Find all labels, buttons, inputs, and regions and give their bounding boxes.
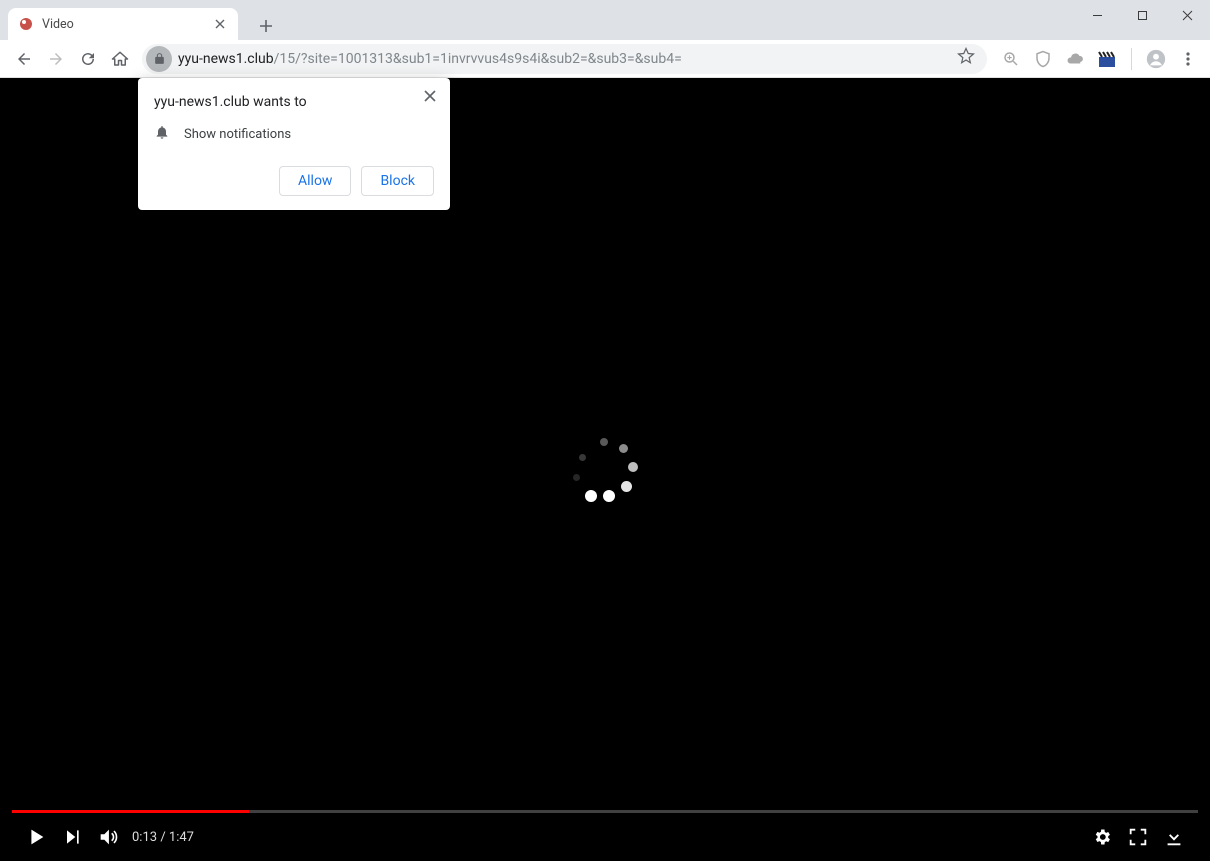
download-button[interactable] bbox=[1156, 819, 1192, 855]
new-tab-button[interactable] bbox=[252, 12, 280, 40]
theater-mode-button[interactable] bbox=[1120, 819, 1156, 855]
tab-title: Video bbox=[42, 17, 212, 32]
next-button[interactable] bbox=[54, 819, 90, 855]
url-host: yyu-news1.club bbox=[178, 51, 274, 67]
play-button[interactable] bbox=[18, 819, 54, 855]
notification-permission-dialog: yyu-news1.club wants to Show notificatio… bbox=[138, 78, 450, 210]
extension-clapper-icon[interactable] bbox=[1093, 45, 1121, 73]
profile-avatar-icon[interactable] bbox=[1142, 45, 1170, 73]
site-info-button[interactable] bbox=[146, 46, 172, 72]
volume-button[interactable] bbox=[90, 819, 126, 855]
browser-toolbar: yyu-news1.club /15/?site=1001313&sub1=1i… bbox=[0, 40, 1210, 78]
window-controls bbox=[1075, 0, 1210, 30]
loading-spinner-icon bbox=[573, 438, 637, 502]
forward-button[interactable] bbox=[40, 43, 72, 75]
dialog-title: yyu-news1.club wants to bbox=[154, 94, 434, 110]
url-path: /15/?site=1001313&sub1=1invrvvus4s9s4i&s… bbox=[274, 51, 682, 67]
reload-button[interactable] bbox=[72, 43, 104, 75]
back-button[interactable] bbox=[8, 43, 40, 75]
tab-close-icon[interactable] bbox=[212, 16, 228, 32]
dialog-close-icon[interactable] bbox=[418, 84, 442, 108]
home-button[interactable] bbox=[104, 43, 136, 75]
extension-shield-icon[interactable] bbox=[1029, 45, 1057, 73]
bookmark-star-icon[interactable] bbox=[957, 47, 975, 70]
extension-zoom-icon[interactable] bbox=[997, 45, 1025, 73]
extension-cloud-icon[interactable] bbox=[1061, 45, 1089, 73]
tab-favicon bbox=[18, 16, 34, 32]
video-control-bar: 0:13 / 1:47 bbox=[0, 813, 1210, 861]
duration: 1:47 bbox=[169, 830, 194, 845]
toolbar-right-icons bbox=[997, 45, 1202, 73]
browser-titlebar: Video bbox=[0, 0, 1210, 40]
dialog-request-text: Show notifications bbox=[184, 127, 291, 142]
window-minimize-button[interactable] bbox=[1075, 0, 1120, 30]
bell-icon bbox=[154, 124, 170, 144]
allow-button[interactable]: Allow bbox=[279, 166, 351, 196]
window-maximize-button[interactable] bbox=[1120, 0, 1165, 30]
browser-tab[interactable]: Video bbox=[8, 8, 238, 40]
address-bar[interactable]: yyu-news1.club /15/?site=1001313&sub1=1i… bbox=[142, 44, 987, 74]
settings-button[interactable] bbox=[1084, 819, 1120, 855]
current-time: 0:13 bbox=[132, 830, 157, 845]
time-display: 0:13 / 1:47 bbox=[132, 830, 194, 845]
block-button[interactable]: Block bbox=[361, 166, 434, 196]
window-close-button[interactable] bbox=[1165, 0, 1210, 30]
browser-menu-button[interactable] bbox=[1174, 45, 1202, 73]
toolbar-separator bbox=[1131, 48, 1132, 70]
